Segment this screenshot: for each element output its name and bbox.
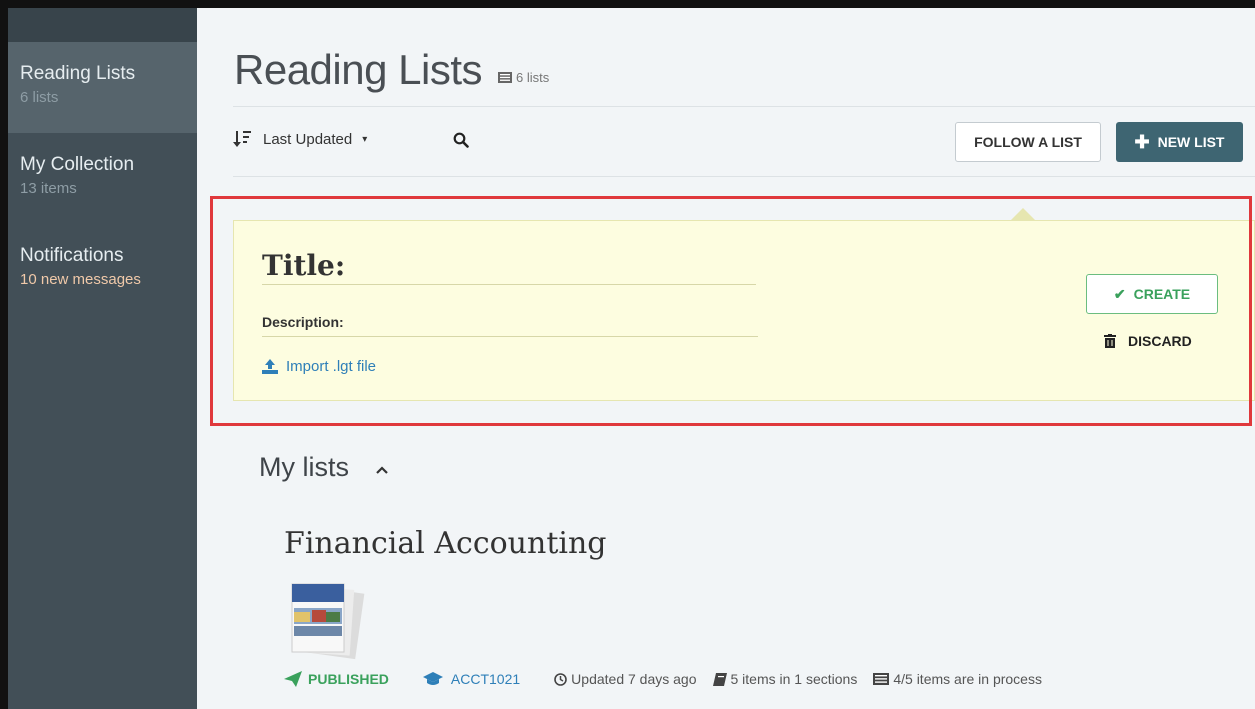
chevron-up-icon[interactable] bbox=[375, 462, 389, 480]
page-header: Reading Lists 6 lists bbox=[234, 46, 549, 94]
sidebar-item-sub: 10 new messages bbox=[20, 271, 141, 288]
list-icon bbox=[873, 673, 890, 685]
clock-icon bbox=[554, 672, 567, 686]
list-icon bbox=[497, 72, 512, 83]
sidebar-item-sub: 6 lists bbox=[20, 89, 59, 106]
graduation-cap-icon bbox=[422, 672, 443, 685]
sidebar-item-label: Reading Lists bbox=[20, 63, 136, 84]
divider bbox=[233, 106, 1255, 107]
new-list-button[interactable]: ✚ NEW LIST bbox=[1116, 122, 1243, 162]
status-text: PUBLISHED bbox=[308, 671, 389, 687]
sidebar-item-label: Notifications bbox=[20, 245, 124, 266]
caret-down-icon: ▾ bbox=[362, 133, 368, 145]
course-link[interactable]: ACCT1021 bbox=[422, 671, 521, 687]
status-badge: PUBLISHED bbox=[284, 671, 389, 687]
search-button[interactable] bbox=[453, 132, 469, 153]
sort-dropdown[interactable]: Last Updated ▾ bbox=[233, 130, 367, 148]
sections-info: 5 items in 1 sections bbox=[712, 671, 858, 687]
list-cover-image[interactable] bbox=[280, 580, 372, 667]
list-count: 6 lists bbox=[497, 70, 550, 85]
sections-text: 5 items in 1 sections bbox=[730, 671, 858, 687]
paper-plane-icon bbox=[284, 671, 302, 687]
sort-icon bbox=[233, 131, 251, 147]
process-text: 4/5 items are in process bbox=[893, 671, 1042, 687]
book-icon bbox=[712, 672, 727, 686]
sidebar-item-reading-lists[interactable]: Reading Lists 6 lists bbox=[8, 42, 197, 133]
my-lists-header: My lists bbox=[259, 452, 389, 483]
toolbar: Last Updated ▾ FOLLOW A LIST ✚ NEW LIST bbox=[233, 120, 1255, 172]
course-code: ACCT1021 bbox=[450, 671, 521, 687]
new-list-label: NEW LIST bbox=[1157, 134, 1225, 150]
highlight-box bbox=[210, 196, 1252, 426]
main-content: Reading Lists 6 lists Last Updated ▾ FOL… bbox=[197, 8, 1255, 709]
sidebar: Reading Lists 6 lists My Collection 13 i… bbox=[8, 8, 197, 709]
sidebar-item-my-collection[interactable]: My Collection 13 items bbox=[8, 133, 197, 224]
follow-list-button[interactable]: FOLLOW A LIST bbox=[955, 122, 1101, 162]
plus-icon: ✚ bbox=[1134, 131, 1150, 152]
sidebar-item-notifications[interactable]: Notifications 10 new messages bbox=[8, 224, 197, 315]
search-icon bbox=[453, 132, 469, 148]
process-info: 4/5 items are in process bbox=[873, 671, 1042, 687]
list-count-text: 6 lists bbox=[515, 70, 550, 85]
updated-text: Updated 7 days ago bbox=[571, 671, 697, 687]
page-title: Reading Lists bbox=[234, 46, 482, 93]
list-title[interactable]: Financial Accounting bbox=[284, 526, 607, 561]
divider bbox=[233, 176, 1255, 177]
app-frame: Reading Lists 6 lists My Collection 13 i… bbox=[0, 0, 1255, 709]
updated-info: Updated 7 days ago bbox=[554, 671, 697, 687]
sidebar-item-label: My Collection bbox=[20, 154, 135, 175]
sort-label: Last Updated bbox=[263, 130, 353, 148]
my-lists-title: My lists bbox=[259, 452, 349, 482]
sidebar-top-bar bbox=[8, 8, 197, 42]
sidebar-item-sub: 13 items bbox=[20, 180, 77, 197]
list-meta: PUBLISHED ACCT1021 Updated 7 days ago 5 … bbox=[284, 668, 1042, 690]
